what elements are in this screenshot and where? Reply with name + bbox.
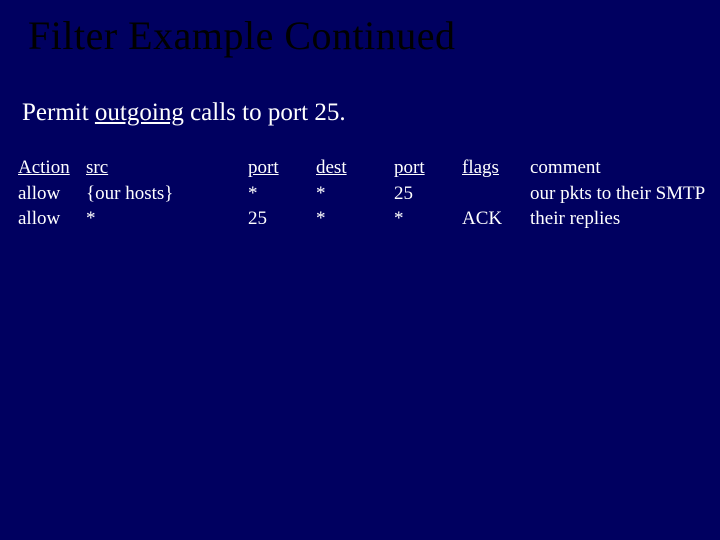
cell-dest: * bbox=[316, 206, 394, 232]
cell-port2: * bbox=[394, 206, 462, 232]
cell-flags: ACK bbox=[462, 206, 530, 232]
cell-comment: their replies bbox=[530, 206, 620, 232]
cell-src: {our hosts} bbox=[86, 181, 248, 207]
cell-src: * bbox=[86, 206, 248, 232]
filter-table: Actionsrcportdestportflagscomment allow{… bbox=[0, 127, 720, 232]
slide-description: Permit outgoing calls to port 25. bbox=[0, 59, 720, 127]
desc-outgoing: outgoing bbox=[95, 99, 184, 126]
desc-suffix: calls to port 25. bbox=[184, 99, 346, 126]
cell-port1: * bbox=[248, 181, 316, 207]
cell-action: allow bbox=[18, 181, 86, 207]
desc-prefix: Permit bbox=[22, 99, 95, 126]
col-header-src: src bbox=[86, 155, 248, 181]
cell-action: allow bbox=[18, 206, 86, 232]
table-row: allow*25**ACKtheir replies bbox=[18, 206, 720, 232]
cell-comment: our pkts to their SMTP bbox=[530, 181, 705, 207]
col-header-dest: dest bbox=[316, 155, 394, 181]
col-header-comment: comment bbox=[530, 155, 601, 181]
slide-title: Filter Example Continued bbox=[0, 8, 720, 59]
col-header-port2: port bbox=[394, 155, 462, 181]
col-header-action: Action bbox=[18, 155, 86, 181]
col-header-port1: port bbox=[248, 155, 316, 181]
slide: Filter Example Continued Permit outgoing… bbox=[0, 0, 720, 540]
col-header-flags: flags bbox=[462, 155, 530, 181]
cell-dest: * bbox=[316, 181, 394, 207]
table-header-row: Actionsrcportdestportflagscomment bbox=[18, 155, 720, 181]
cell-port2: 25 bbox=[394, 181, 462, 207]
table-row: allow{our hosts}**25 our pkts to their S… bbox=[18, 181, 720, 207]
cell-port1: 25 bbox=[248, 206, 316, 232]
